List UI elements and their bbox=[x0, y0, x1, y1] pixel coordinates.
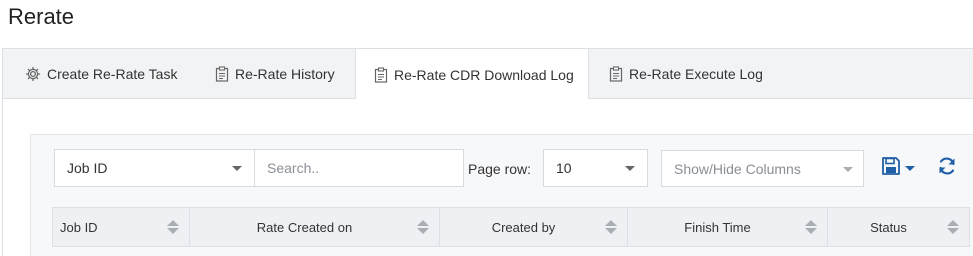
column-header-status[interactable]: Status bbox=[828, 208, 969, 246]
tab-label: Create Re-Rate Task bbox=[47, 66, 178, 82]
page-row-label: Page row: bbox=[468, 161, 532, 177]
page-title: Rerate bbox=[8, 4, 75, 29]
sort-icon bbox=[417, 220, 429, 234]
column-header-created-by[interactable]: Created by bbox=[440, 208, 628, 246]
column-header-rate-created-on[interactable]: Rate Created on bbox=[190, 208, 440, 246]
chevron-down-icon bbox=[232, 166, 242, 171]
tab-create-re-rate-task[interactable]: Create Re-Rate Task bbox=[25, 49, 177, 99]
tab-label: Re-Rate CDR Download Log bbox=[394, 66, 574, 83]
page-row-select[interactable]: 10 bbox=[543, 149, 648, 187]
column-label: Rate Created on bbox=[256, 219, 353, 235]
gear-icon bbox=[25, 66, 41, 82]
show-hide-columns-placeholder: Show/Hide Columns bbox=[674, 160, 801, 177]
clipboard-icon bbox=[215, 66, 229, 82]
tab-re-rate-execute-log[interactable]: Re-Rate Execute Log bbox=[609, 49, 763, 99]
chevron-down-icon bbox=[625, 166, 635, 171]
sort-icon bbox=[805, 220, 817, 234]
sort-icon bbox=[605, 220, 617, 234]
show-hide-columns-select[interactable]: Show/Hide Columns bbox=[661, 150, 864, 187]
column-header-job-id[interactable]: Job ID bbox=[53, 208, 190, 246]
column-label: Created by bbox=[491, 219, 556, 235]
save-icon bbox=[881, 156, 901, 181]
tab-label: Re-Rate Execute Log bbox=[629, 66, 763, 82]
page-row-value: 10 bbox=[556, 160, 572, 176]
refresh-button[interactable] bbox=[937, 156, 957, 181]
table-header: Job ID Rate Created on Created by Finish… bbox=[52, 207, 970, 247]
export-button[interactable] bbox=[881, 156, 915, 181]
tab-re-rate-history[interactable]: Re-Rate History bbox=[215, 49, 335, 99]
search-input[interactable] bbox=[254, 149, 464, 187]
tab-bar: Create Re-Rate Task Re-Rate History Re-R… bbox=[2, 48, 973, 100]
chevron-down-icon bbox=[843, 167, 853, 172]
sort-icon bbox=[167, 220, 179, 234]
column-header-finish-time[interactable]: Finish Time bbox=[628, 208, 828, 246]
search-field-value: Job ID bbox=[67, 160, 108, 176]
chevron-down-icon bbox=[905, 166, 915, 171]
sort-icon bbox=[947, 220, 959, 234]
column-label: Finish Time bbox=[684, 219, 751, 235]
tab-re-rate-cdr-download-log[interactable]: Re-Rate CDR Download Log bbox=[355, 49, 589, 100]
clipboard-icon bbox=[374, 66, 388, 83]
search-field-select[interactable]: Job ID bbox=[54, 149, 255, 187]
tab-label: Re-Rate History bbox=[235, 66, 335, 82]
clipboard-icon bbox=[609, 66, 623, 82]
refresh-icon bbox=[937, 156, 957, 181]
